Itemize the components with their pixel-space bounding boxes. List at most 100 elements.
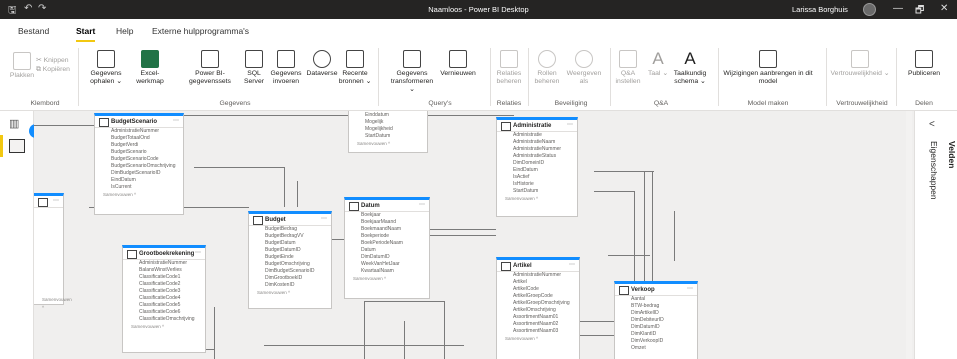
collapse-link[interactable]: Samenvouwen ^: [249, 289, 331, 297]
field[interactable]: ClassificatieCode6: [123, 309, 205, 316]
field[interactable]: ClassificatieCode1: [123, 274, 205, 281]
field[interactable]: DimBudgetScenarioID: [95, 170, 183, 177]
field[interactable]: ClassificatieCode5: [123, 302, 205, 309]
collapse-link[interactable]: Samenvouwen ^: [349, 140, 427, 148]
language-button[interactable]: A Taal ⌄: [646, 50, 670, 78]
field[interactable]: BudgetBedrag: [249, 226, 331, 233]
field[interactable]: IsActief: [497, 174, 577, 181]
field[interactable]: AdministratieNaam: [497, 139, 577, 146]
table-administratie[interactable]: Administratie Administratie Administrati…: [496, 117, 578, 217]
get-data-button[interactable]: Gegevens ophalen ⌄: [88, 50, 124, 86]
report-view-icon[interactable]: ▥: [9, 117, 25, 131]
collapse-link[interactable]: Samenvouwen ^: [345, 275, 429, 283]
transform-data-button[interactable]: Gegevens transformeren ⌄: [390, 50, 434, 94]
field[interactable]: AdministratieNummer: [497, 272, 579, 279]
field[interactable]: BoekjaarMaand: [345, 219, 429, 226]
field[interactable]: BudgetScenarioOmschrijving: [95, 163, 183, 170]
user-name[interactable]: Larissa Borghuis: [792, 5, 848, 14]
field[interactable]: ArtikelCode: [497, 286, 579, 293]
collapse-link[interactable]: Samenvouwen ^: [95, 191, 183, 199]
field[interactable]: Omzet: [615, 345, 697, 352]
field[interactable]: BudgetBedragVV: [249, 233, 331, 240]
field[interactable]: WeekVanHetJaar: [345, 261, 429, 268]
field[interactable]: BoekmaandNaam: [345, 226, 429, 233]
canvas-scrollbar[interactable]: [906, 111, 912, 359]
field[interactable]: DimVerkoopID: [615, 338, 697, 345]
field[interactable]: BoekPeriodeNaam: [345, 240, 429, 247]
field[interactable]: BudgetDatumID: [249, 247, 331, 254]
field[interactable]: ClassificatieCode4: [123, 295, 205, 302]
collapse-link[interactable]: Samenvouwen ^: [497, 195, 577, 203]
qa-setup-button[interactable]: Q&A instellen: [612, 50, 644, 86]
field[interactable]: ClassificatieOmschrijving: [123, 316, 205, 323]
cut-button[interactable]: ✂ Knippen: [36, 56, 69, 64]
field[interactable]: Boekjaar: [345, 212, 429, 219]
table-partial-left[interactable]: Samenvouwen ^: [34, 193, 72, 310]
field[interactable]: BTW-bedrag: [615, 303, 697, 310]
field[interactable]: DimKlantID: [615, 331, 697, 338]
refresh-button[interactable]: Vernieuwen: [440, 50, 476, 78]
field[interactable]: AdministratieNummer: [123, 260, 205, 267]
field[interactable]: BudgetTotaalOnd: [95, 135, 183, 142]
restore-icon[interactable]: 🗗: [915, 3, 924, 20]
manage-roles-button[interactable]: Rollen beheren: [532, 50, 562, 86]
linguistic-schema-button[interactable]: A Taalkundig schema ⌄: [670, 50, 710, 86]
field[interactable]: AssortimentNaam01: [497, 314, 579, 321]
field[interactable]: BudgetOmschrijving: [249, 261, 331, 268]
field[interactable]: Datum: [345, 247, 429, 254]
field[interactable]: StartDatum: [497, 188, 577, 195]
table-datum[interactable]: Datum Boekjaar BoekjaarMaand BoekmaandNa…: [344, 197, 430, 299]
field[interactable]: Artikel: [497, 279, 579, 286]
field[interactable]: DimDomeinID: [497, 160, 577, 167]
manage-relations-button[interactable]: Relaties beheren: [494, 50, 524, 86]
field[interactable]: BudgetScenario: [95, 149, 183, 156]
field[interactable]: BudgetVerdi: [95, 142, 183, 149]
field[interactable]: ClassificatieCode2: [123, 281, 205, 288]
field[interactable]: Aantal: [615, 296, 697, 303]
model-view-icon[interactable]: [9, 139, 25, 153]
field[interactable]: AdministratieNummer: [95, 128, 183, 135]
field[interactable]: ClassificatieCode3: [123, 288, 205, 295]
publish-button[interactable]: Publiceren: [902, 50, 946, 78]
field[interactable]: AssortimentNaam02: [497, 321, 579, 328]
enter-data-button[interactable]: Gegevens invoeren: [268, 50, 304, 86]
model-canvas[interactable]: BudgetScenario AdministratieNummer Budge…: [34, 111, 914, 359]
field[interactable]: Boekperiode: [345, 233, 429, 240]
field[interactable]: BudgetEinde: [249, 254, 331, 261]
field[interactable]: EindDatum: [497, 167, 577, 174]
avatar[interactable]: [863, 3, 876, 16]
field[interactable]: KwartaalNaam: [345, 268, 429, 275]
minimize-icon[interactable]: —: [893, 3, 903, 14]
field[interactable]: DimDatumID: [615, 324, 697, 331]
field[interactable]: Administratie: [497, 132, 577, 139]
field[interactable]: IsHistorie: [497, 181, 577, 188]
dataverse-button[interactable]: Dataverse: [304, 50, 340, 78]
field[interactable]: ArtikelGroepCode: [497, 293, 579, 300]
field[interactable]: DimArtikelID: [615, 310, 697, 317]
sql-server-button[interactable]: SQL Server: [240, 50, 268, 86]
sensitivity-button[interactable]: Vertrouwelijkheid ⌄: [830, 50, 890, 78]
fields-pane-tab[interactable]: Velden: [947, 141, 957, 168]
collapse-link[interactable]: Samenvouwen ^: [34, 296, 72, 310]
recent-sources-button[interactable]: Recente bronnen ⌄: [338, 50, 372, 86]
field[interactable]: AdministratieStatus: [497, 153, 577, 160]
field[interactable]: DimDatumID: [345, 254, 429, 261]
field[interactable]: BalansWinstVerlies: [123, 267, 205, 274]
field[interactable]: Mogelijk: [349, 119, 427, 126]
table-grootboekrekening[interactable]: Grootboekrekening AdministratieNummer Ba…: [122, 245, 206, 353]
table-budgetscenario[interactable]: BudgetScenario AdministratieNummer Budge…: [94, 113, 184, 215]
field[interactable]: BudgetScenarioCode: [95, 156, 183, 163]
tab-start[interactable]: Start: [76, 26, 96, 42]
field[interactable]: StartDatum: [349, 133, 427, 140]
view-as-button[interactable]: Weergeven als: [564, 50, 604, 86]
collapse-link[interactable]: Samenvouwen ^: [497, 335, 579, 343]
field[interactable]: Mogelijkheid: [349, 126, 427, 133]
copy-button[interactable]: ⧉ Kopiëren: [36, 66, 70, 74]
field[interactable]: Einddatum: [349, 112, 427, 119]
field[interactable]: IsCurrent: [95, 184, 183, 191]
field[interactable]: DimGrootboekID: [249, 275, 331, 282]
field[interactable]: DimKostenID: [249, 282, 331, 289]
tab-bestand[interactable]: Bestand: [18, 26, 49, 36]
tab-help[interactable]: Help: [116, 26, 133, 36]
tab-external-tools[interactable]: Externe hulpprogramma's: [152, 26, 249, 36]
